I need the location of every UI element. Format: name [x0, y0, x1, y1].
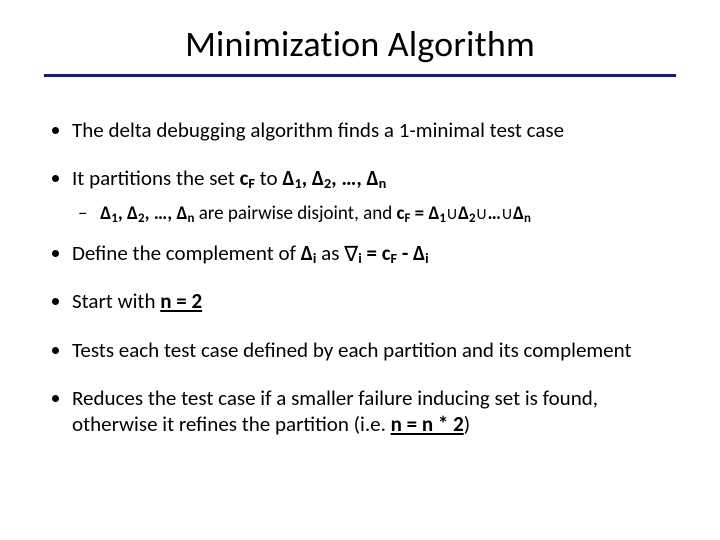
union-2: U — [477, 205, 487, 224]
sep-1: , — [302, 165, 312, 191]
delta-1: Δ — [282, 165, 294, 191]
s-sub-n: n — [187, 210, 194, 225]
bullet-list: The delta debugging algorithm finds a 1-… — [44, 117, 676, 437]
union-1: U — [447, 205, 457, 224]
sub-bullet-1: Δ1, Δ2, …, Δn are pairwise disjoint, and… — [96, 202, 676, 227]
u-delta-2: Δ — [458, 202, 469, 225]
u-sub-1: 1 — [439, 210, 446, 225]
u-delta-1: Δ — [428, 202, 439, 225]
sub-bullet-list: Δ1, Δ2, …, Δn are pairwise disjoint, and… — [72, 202, 676, 227]
bullet-4-pre: Start with — [72, 288, 160, 314]
bullet-3-pre: Define the complement of — [72, 240, 301, 266]
u-sub-n: n — [524, 210, 531, 225]
u-ellipsis: … — [488, 202, 502, 225]
ellipsis-1: , …, — [331, 165, 366, 191]
bullet-4-eq: n = 2 — [160, 288, 202, 314]
union-3: U — [502, 205, 512, 224]
title-block: Minimization Algorithm — [44, 22, 676, 77]
delta-2: Δ — [312, 165, 324, 191]
title-underline — [44, 74, 676, 77]
u-sub-2: 2 — [469, 210, 476, 225]
sub-bullet-1-pre: are pairwise disjoint, and — [199, 202, 397, 225]
b3-c: c — [382, 240, 391, 266]
bullet-5: Tests each test case defined by each par… — [72, 337, 676, 363]
bullet-6-post: ) — [464, 411, 470, 437]
bullet-2-pre: It partitions the set — [72, 165, 240, 191]
slide-title: Minimization Algorithm — [44, 22, 676, 66]
bullet-3-mid: as — [316, 240, 344, 266]
b3-eq: = — [362, 240, 382, 266]
bullet-1: The delta debugging algorithm finds a 1-… — [72, 117, 676, 143]
nabla-icon: ∇ — [344, 241, 358, 267]
sub-1: 1 — [294, 174, 301, 192]
slide: Minimization Algorithm The delta debuggi… — [0, 0, 720, 540]
s-ellipsis: , …, — [145, 202, 177, 225]
bullet-5-text: Tests each test case defined by each par… — [72, 337, 631, 363]
bullet-6: Reduces the test case if a smaller failu… — [72, 385, 676, 438]
s-delta-2: Δ — [127, 202, 138, 225]
sub-n: n — [379, 174, 387, 192]
bullet-2: It partitions the set cF to Δ1, Δ2, …, Δ… — [72, 165, 676, 226]
bullet-6-eq: n = n * 2 — [391, 411, 464, 437]
s-eq: = — [410, 202, 428, 225]
b3-sub-i-2: i — [425, 249, 429, 267]
bullet-3: Define the complement of Δi as ∇i = cF -… — [72, 240, 676, 266]
bullet-4: Start with n = 2 — [72, 288, 676, 314]
s-delta-n: Δ — [176, 202, 187, 225]
s-sep-1: , — [118, 202, 127, 225]
delta-n: Δ — [367, 165, 379, 191]
u-delta-n: Δ — [513, 202, 524, 225]
bullet-6-pre: Reduces the test case if a smaller failu… — [72, 385, 598, 437]
bullet-2-mid: to — [255, 165, 282, 191]
b3-delta: Δ — [301, 240, 313, 266]
bullet-1-text: The delta debugging algorithm finds a 1-… — [72, 117, 564, 143]
b3-minus: - — [397, 240, 413, 266]
s-delta-1: Δ — [100, 202, 111, 225]
b3-delta-2: Δ — [413, 240, 425, 266]
